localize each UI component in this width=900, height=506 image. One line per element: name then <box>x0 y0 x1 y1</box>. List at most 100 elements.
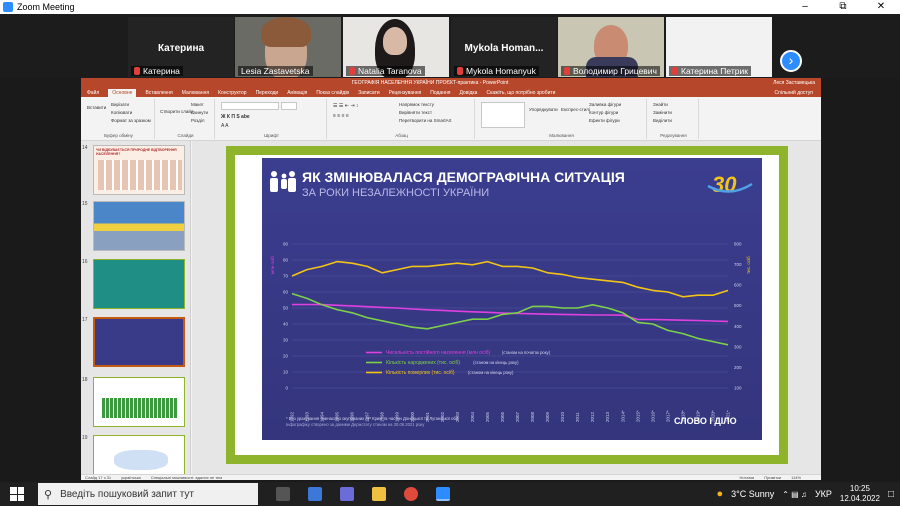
x-tick-label: 2009 <box>545 411 550 422</box>
start-button[interactable] <box>10 487 24 501</box>
ribbon-group-paragraph: ☰ ☰ ⇤ ⇥ ↕ ≡ ≡ ≡ ≡ Напрямок тексту Вирівн… <box>329 99 475 139</box>
x-tick-label: 2015* <box>635 410 640 422</box>
muted-mic-icon <box>564 67 570 75</box>
font-family-select[interactable] <box>221 102 279 110</box>
slide-thumbnail-16[interactable] <box>93 259 185 309</box>
notifications-icon[interactable]: □ <box>888 489 894 500</box>
right-axis-tick: 800 <box>734 242 742 247</box>
participant-tile[interactable]: Катерина Петрик <box>666 17 772 77</box>
tab-design[interactable]: Конструктор <box>218 90 247 96</box>
format-painter-button[interactable]: Формат за зразком <box>111 118 151 123</box>
infographic-title: ЯК ЗМІНЮВАЛАСЯ ДЕМОГРАФІЧНА СИТУАЦІЯ <box>302 169 625 185</box>
x-tick-label: 2004 <box>470 411 475 422</box>
text-direction-button[interactable]: Напрямок тексту <box>399 102 434 107</box>
tab-insert[interactable]: Вставлення <box>145 90 172 96</box>
ppt-ribbon-tabs: Файл Основне Вставлення Малювання Констр… <box>81 88 821 97</box>
tab-view[interactable]: Подання <box>430 90 450 96</box>
tab-transitions[interactable]: Переходи <box>256 90 279 96</box>
tab-record[interactable]: Записати <box>358 90 380 96</box>
shape-outline-button[interactable]: Контур фігури <box>589 110 618 115</box>
slide-thumbnails-pane[interactable]: 14 ЧИ ВІДБУВАЄТЬСЯ ПРИРОДНЕ ВІДТВОРЕННЯ … <box>81 141 191 480</box>
slide-counter: Слайд 17 з 31 <box>85 475 112 480</box>
current-slide[interactable]: ЯК ЗМІНЮВАЛАСЯ ДЕМОГРАФІЧНА СИТУАЦІЯ ЗА … <box>226 146 788 464</box>
left-axis-tick: 60 <box>283 290 289 295</box>
new-slide-button[interactable]: Створити слайд <box>160 109 194 114</box>
tab-home[interactable]: Основне <box>108 88 137 97</box>
shapes-gallery[interactable] <box>481 102 525 128</box>
search-input[interactable]: Введіть пошуковий запит тут <box>60 489 194 500</box>
minimize-button[interactable]: – <box>786 0 824 14</box>
participant-tile[interactable]: Natalia Taranova <box>343 17 449 77</box>
notes-button[interactable]: Нотатки <box>740 475 755 480</box>
list-buttons[interactable]: ☰ ☰ ⇤ ⇥ ↕ <box>333 103 358 109</box>
task-view-icon[interactable] <box>276 487 290 501</box>
paste-button[interactable]: Вставити <box>87 105 106 110</box>
select-button[interactable]: Виділити <box>653 118 672 123</box>
zoom-level[interactable]: 114% <box>791 475 801 480</box>
ppt-titlebar: ГЕОГРАФІЯ НАСЕЛЕННЯ УКРАЇНИ ПРОЄКТ-практ… <box>81 78 821 88</box>
font-color-button[interactable]: A A <box>221 123 229 129</box>
legend-label: Чисельність постійного населення (млн ос… <box>386 349 490 356</box>
clock[interactable]: 10:25 12.04.2022 <box>840 484 880 504</box>
shape-fill-button[interactable]: Заливка фігури <box>589 102 621 107</box>
tab-slideshow[interactable]: Показ слайдів <box>316 90 349 96</box>
participant-tile[interactable]: Катерина Катерина <box>128 17 234 77</box>
tray-icons[interactable]: ⌃ ▤ ♫ <box>782 490 807 499</box>
left-axis-tick: 10 <box>283 370 289 375</box>
slide-thumbnail-15[interactable] <box>93 201 185 251</box>
legend-note: (станом на початок року) <box>502 350 551 355</box>
mail-icon[interactable] <box>308 487 322 501</box>
participant-label: Катерина Петрик <box>669 66 751 76</box>
participant-tile[interactable]: Mykola Homan... Mykola Homanyuk <box>451 17 557 77</box>
file-explorer-icon[interactable] <box>372 487 386 501</box>
zoom-taskbar-icon[interactable] <box>436 487 450 501</box>
taskbar-search[interactable]: ⚲ Введіть пошуковий запит тут <box>38 483 258 505</box>
smartart-button[interactable]: Перетворити на SmartArt <box>399 118 451 123</box>
section-button[interactable]: Розділ <box>191 118 204 123</box>
quick-styles-button[interactable]: Експрес-стилі <box>561 107 590 112</box>
slide-thumbnail-14[interactable]: ЧИ ВІДБУВАЄТЬСЯ ПРИРОДНЕ ВІДТВОРЕННЯ НАС… <box>93 145 185 195</box>
copy-button[interactable]: Копіювати <box>111 110 132 115</box>
right-axis-tick: 600 <box>734 283 742 288</box>
tab-review[interactable]: Рецензування <box>389 90 422 96</box>
participant-tile[interactable]: Володимир Грицевич <box>558 17 664 77</box>
ppt-user: Леся Заставецька <box>773 80 815 86</box>
anniversary-badge: 30 <box>712 172 737 197</box>
tab-animations[interactable]: Анімація <box>287 90 307 96</box>
next-page-button[interactable]: › <box>780 50 802 72</box>
close-button[interactable]: ✕ <box>862 0 900 14</box>
participant-tile[interactable]: Lesia Zastavetska <box>235 17 341 77</box>
font-size-select[interactable] <box>281 102 297 110</box>
align-text-button[interactable]: Вирівняти текст <box>399 110 432 115</box>
left-axis-tick: 80 <box>283 258 289 263</box>
shape-effects-button[interactable]: Ефекти фігури <box>589 118 620 123</box>
store-icon[interactable] <box>340 487 354 501</box>
language-indicator[interactable]: українська <box>121 475 141 480</box>
align-buttons[interactable]: ≡ ≡ ≡ ≡ <box>333 113 349 119</box>
slide-thumbnail-17[interactable] <box>93 317 185 367</box>
accessibility-indicator[interactable]: Спеціальні можливості: вдалих не тем <box>151 475 222 480</box>
tab-draw[interactable]: Малювання <box>182 90 209 96</box>
find-button[interactable]: Знайти <box>653 102 668 107</box>
arrange-button[interactable]: Упорядкувати <box>529 107 558 112</box>
tab-help[interactable]: Довідка <box>459 90 477 96</box>
share-button[interactable]: Спільний доступ <box>775 90 813 96</box>
replace-button[interactable]: Замінити <box>653 110 672 115</box>
reset-button[interactable]: Скинути <box>191 110 208 115</box>
weather-text[interactable]: 3°C Sunny <box>731 489 774 499</box>
language-indicator[interactable]: УКР <box>815 489 832 499</box>
tab-file[interactable]: Файл <box>87 90 99 96</box>
slide-thumbnail-18[interactable] <box>93 377 185 427</box>
bold-button[interactable]: Ж К П S abe <box>221 114 250 120</box>
muted-mic-icon <box>672 67 678 75</box>
chrome-icon[interactable] <box>404 487 418 501</box>
tell-me-search[interactable]: Скажіть, що потрібно зробити <box>486 90 555 96</box>
comments-button[interactable]: Примітки <box>764 475 781 480</box>
slide-editor[interactable]: ЯК ЗМІНЮВАЛАСЯ ДЕМОГРАФІЧНА СИТУАЦІЯ ЗА … <box>192 141 821 474</box>
maximize-button[interactable]: ⧉ <box>824 0 862 14</box>
layout-button[interactable]: Макет <box>191 102 204 107</box>
participant-label: Lesia Zastavetska <box>238 66 313 76</box>
x-tick-label: 2016* <box>650 410 655 422</box>
infographic-canvas: ЯК ЗМІНЮВАЛАСЯ ДЕМОГРАФІЧНА СИТУАЦІЯ ЗА … <box>262 158 762 440</box>
cut-button[interactable]: Вирізати <box>111 102 129 107</box>
